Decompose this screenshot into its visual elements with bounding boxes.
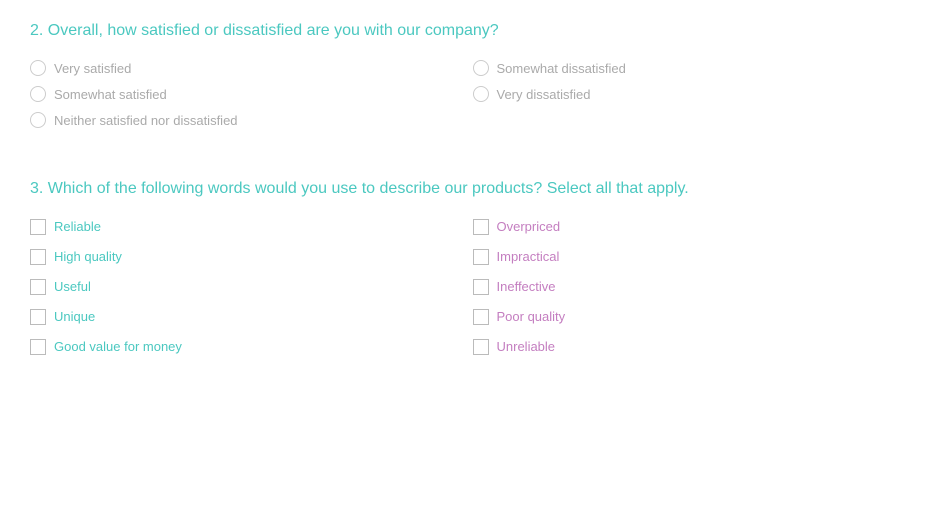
checkbox-high-quality[interactable]: High quality <box>30 249 453 265</box>
checkbox-poor-quality[interactable]: Poor quality <box>473 309 896 325</box>
radio-input-neither[interactable] <box>30 112 46 128</box>
checkbox-label-overpriced: Overpriced <box>497 219 561 234</box>
radio-label-very-satisfied: Very satisfied <box>54 61 131 76</box>
question-2-options: Very satisfied Somewhat dissatisfied Som… <box>30 60 895 128</box>
question-3-title: 3. Which of the following words would yo… <box>30 178 895 200</box>
checkbox-impractical[interactable]: Impractical <box>473 249 896 265</box>
checkbox-input-impractical[interactable] <box>473 249 489 265</box>
radio-somewhat-dissatisfied[interactable]: Somewhat dissatisfied <box>473 60 896 76</box>
checkbox-input-overpriced[interactable] <box>473 219 489 235</box>
radio-neither[interactable]: Neither satisfied nor dissatisfied <box>30 112 453 128</box>
checkbox-label-good-value: Good value for money <box>54 339 182 354</box>
radio-somewhat-satisfied[interactable]: Somewhat satisfied <box>30 86 453 102</box>
checkbox-reliable[interactable]: Reliable <box>30 219 453 235</box>
checkbox-label-unreliable: Unreliable <box>497 339 556 354</box>
checkbox-input-unique[interactable] <box>30 309 46 325</box>
checkbox-good-value[interactable]: Good value for money <box>30 339 453 355</box>
checkbox-label-impractical: Impractical <box>497 249 560 264</box>
question-2-title: 2. Overall, how satisfied or dissatisfie… <box>30 20 895 42</box>
checkbox-unreliable[interactable]: Unreliable <box>473 339 896 355</box>
checkbox-label-reliable: Reliable <box>54 219 101 234</box>
checkbox-label-poor-quality: Poor quality <box>497 309 566 324</box>
question-3-options: Reliable Overpriced High quality Impract… <box>30 219 895 355</box>
radio-input-somewhat-satisfied[interactable] <box>30 86 46 102</box>
radio-very-dissatisfied[interactable]: Very dissatisfied <box>473 86 896 102</box>
checkbox-unique[interactable]: Unique <box>30 309 453 325</box>
radio-label-very-dissatisfied: Very dissatisfied <box>497 87 591 102</box>
checkbox-input-unreliable[interactable] <box>473 339 489 355</box>
radio-input-very-satisfied[interactable] <box>30 60 46 76</box>
separator <box>30 138 895 178</box>
checkbox-ineffective[interactable]: Ineffective <box>473 279 896 295</box>
checkbox-label-ineffective: Ineffective <box>497 279 556 294</box>
radio-label-somewhat-satisfied: Somewhat satisfied <box>54 87 167 102</box>
radio-input-somewhat-dissatisfied[interactable] <box>473 60 489 76</box>
checkbox-input-ineffective[interactable] <box>473 279 489 295</box>
checkbox-input-useful[interactable] <box>30 279 46 295</box>
checkbox-input-good-value[interactable] <box>30 339 46 355</box>
checkbox-input-poor-quality[interactable] <box>473 309 489 325</box>
radio-label-somewhat-dissatisfied: Somewhat dissatisfied <box>497 61 626 76</box>
radio-label-neither: Neither satisfied nor dissatisfied <box>54 113 238 128</box>
checkbox-label-useful: Useful <box>54 279 91 294</box>
checkbox-input-reliable[interactable] <box>30 219 46 235</box>
checkbox-label-unique: Unique <box>54 309 95 324</box>
question-2: 2. Overall, how satisfied or dissatisfie… <box>30 20 895 128</box>
radio-input-very-dissatisfied[interactable] <box>473 86 489 102</box>
checkbox-useful[interactable]: Useful <box>30 279 453 295</box>
radio-very-satisfied[interactable]: Very satisfied <box>30 60 453 76</box>
checkbox-overpriced[interactable]: Overpriced <box>473 219 896 235</box>
checkbox-label-high-quality: High quality <box>54 249 122 264</box>
checkbox-input-high-quality[interactable] <box>30 249 46 265</box>
question-3: 3. Which of the following words would yo… <box>30 178 895 354</box>
